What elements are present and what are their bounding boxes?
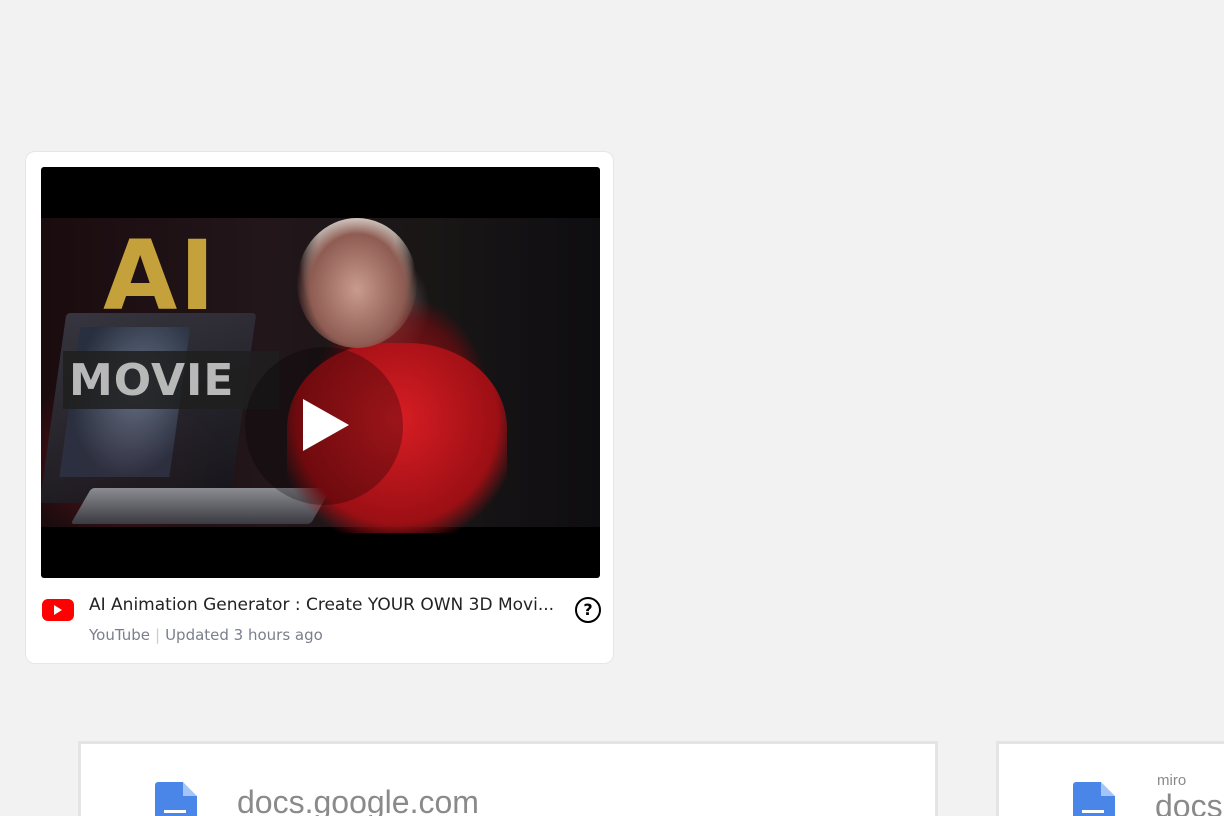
youtube-icon [42, 599, 74, 621]
thumbnail-title-movie: MOVIE [69, 355, 235, 406]
video-meta: YouTube | Updated 3 hours ago [89, 626, 323, 644]
board-canvas[interactable]: AI MOVIE AI Animation Generator : Create… [0, 0, 1224, 816]
link-domain: docs [1155, 788, 1223, 816]
video-updated: Updated 3 hours ago [165, 626, 323, 644]
link-card-google-docs[interactable]: docs.google.com [78, 741, 938, 816]
video-title[interactable]: AI Animation Generator : Create YOUR OWN… [89, 595, 564, 615]
video-thumbnail[interactable]: AI MOVIE [41, 167, 600, 578]
play-icon[interactable] [303, 399, 349, 451]
person-head [297, 218, 417, 348]
link-card-miro-docs[interactable]: miro docs [996, 741, 1224, 816]
link-domain: docs.google.com [237, 784, 479, 816]
video-source: YouTube [89, 626, 150, 644]
google-docs-icon [155, 782, 197, 816]
thumbnail-title-ai: AI [103, 220, 218, 332]
google-docs-icon [1073, 782, 1115, 816]
link-brand: miro [1157, 772, 1187, 789]
thumbnail-image: AI MOVIE [41, 218, 600, 533]
help-icon[interactable]: ? [575, 597, 601, 623]
meta-separator: | [155, 626, 161, 644]
video-card[interactable]: AI MOVIE AI Animation Generator : Create… [25, 151, 614, 664]
